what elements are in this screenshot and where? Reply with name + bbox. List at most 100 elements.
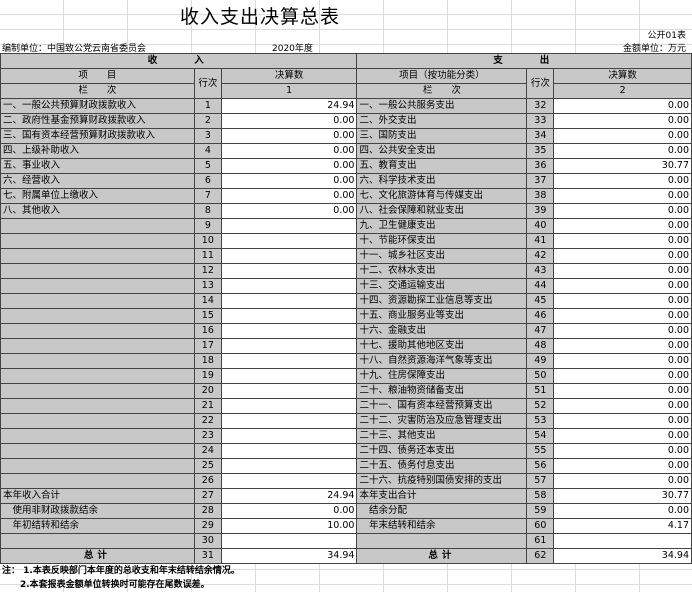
income-item-cell: 七、附属单位上缴收入 <box>0 188 195 204</box>
expense-item-cell: 十三、交通运输支出 <box>356 278 528 294</box>
expense-item-header: 项目（按功能分类） <box>356 68 528 84</box>
income-amount-cell <box>220 458 358 474</box>
expense-row-number: 55 <box>526 443 555 459</box>
expense-amount-cell: 0.00 <box>553 443 692 459</box>
table-row: 10 十、节能环保支出 41 0.00 <box>0 233 692 249</box>
table-row: 9 九、卫生健康支出 40 0.00 <box>0 218 692 234</box>
table-row: 15 十五、商业服务业等支出 46 0.00 <box>0 308 692 324</box>
table-row: 五、事业收入 5 0.00 五、教育支出 36 30.77 <box>0 158 692 174</box>
income-row-number: 3 <box>193 128 222 144</box>
income-item-cell <box>0 413 195 429</box>
income-total-row-number: 31 <box>193 548 222 564</box>
expense-item-cell: 十、节能环保支出 <box>356 233 528 249</box>
income-row-number: 22 <box>193 413 222 429</box>
expense-amount-cell: 0.00 <box>553 353 692 369</box>
expense-item-cell: 二十四、债务还本支出 <box>356 443 528 459</box>
expense-item-cell: 六、科学技术支出 <box>356 173 528 189</box>
table-row: 四、上级补助收入 4 0.00 四、公共安全支出 35 0.00 <box>0 143 692 159</box>
table-row: 二、政府性基金预算财政拨款收入 2 0.00 二、外交支出 33 0.00 <box>0 113 692 129</box>
expense-amount-cell: 0.00 <box>553 458 692 474</box>
column-header-row: 项 目 行次 决算数 项目（按功能分类） 行次 决算数 <box>0 68 692 99</box>
income-amount-cell <box>220 263 358 279</box>
income-item-cell: 本年收入合计 <box>0 488 195 504</box>
expense-amount-cell: 0.00 <box>553 98 692 114</box>
income-row-number: 6 <box>193 173 222 189</box>
income-column-index: 1 <box>220 83 358 99</box>
income-item-cell <box>0 323 195 339</box>
expense-row-number: 51 <box>526 383 555 399</box>
section-header-row: 收 入 支 出 <box>0 53 692 69</box>
expense-amount-cell: 0.00 <box>553 128 692 144</box>
expense-item-cell: 结余分配 <box>356 503 528 519</box>
income-amount-cell <box>220 383 358 399</box>
income-item-cell: 使用非财政拨款结余 <box>0 503 195 519</box>
income-column-index-label: 栏 次 <box>0 83 195 99</box>
income-amount-cell: 0.00 <box>220 158 358 174</box>
expense-item-cell: 十九、住房保障支出 <box>356 368 528 384</box>
expense-row-number: 39 <box>526 203 555 219</box>
expense-amount-cell: 0.00 <box>553 398 692 414</box>
income-amount-cell: 0.00 <box>220 173 358 189</box>
income-amount-cell <box>220 413 358 429</box>
expense-row-number: 38 <box>526 188 555 204</box>
income-amount-cell <box>220 473 358 489</box>
income-row-number: 17 <box>193 338 222 354</box>
expense-item-cell: 二十一、国有资本经营预算支出 <box>356 398 528 414</box>
expense-amount-cell: 0.00 <box>553 233 692 249</box>
expense-row-number: 37 <box>526 173 555 189</box>
table-row: 17 十七、援助其他地区支出 48 0.00 <box>0 338 692 354</box>
expense-row-number: 56 <box>526 458 555 474</box>
expense-row-number: 58 <box>526 488 555 504</box>
table-row: 14 十四、资源勘探工业信息等支出 45 0.00 <box>0 293 692 309</box>
income-amount-cell <box>220 368 358 384</box>
note-2: 2.本套报表金额单位转换时可能存在尾数误差。 <box>20 580 210 590</box>
income-row-number: 10 <box>193 233 222 249</box>
table-row: 26 二十六、抗疫特别国债安排的支出 57 0.00 <box>0 473 692 489</box>
income-item-cell <box>0 368 195 384</box>
expense-item-cell: 十二、农林水支出 <box>356 263 528 279</box>
expense-row-number: 32 <box>526 98 555 114</box>
income-amount-cell: 0.00 <box>220 203 358 219</box>
expense-row-number: 35 <box>526 143 555 159</box>
income-item-cell: 三、国有资本经营预算财政拨款收入 <box>0 128 195 144</box>
income-amount-cell: 24.94 <box>220 488 358 504</box>
expense-amount-cell: 0.00 <box>553 173 692 189</box>
expense-item-cell: 一、一般公共服务支出 <box>356 98 528 114</box>
income-amount-cell <box>220 398 358 414</box>
table-row: 三、国有资本经营预算财政拨款收入 3 0.00 三、国防支出 34 0.00 <box>0 128 692 144</box>
expense-item-cell: 二、外交支出 <box>356 113 528 129</box>
expense-row-number: 41 <box>526 233 555 249</box>
total-row: 总计 31 34.94 总计 62 34.94 <box>0 548 692 564</box>
income-total-amount: 34.94 <box>220 548 358 564</box>
income-row-number: 12 <box>193 263 222 279</box>
expense-item-cell: 年末结转和结余 <box>356 518 528 534</box>
income-amount-cell <box>220 248 358 264</box>
table-row: 23 二十三、其他支出 54 0.00 <box>0 428 692 444</box>
expense-item-cell: 十七、援助其他地区支出 <box>356 338 528 354</box>
expense-row-number: 49 <box>526 353 555 369</box>
expense-item-cell: 三、国防支出 <box>356 128 528 144</box>
income-row-number: 5 <box>193 158 222 174</box>
income-amount-cell <box>220 443 358 459</box>
expense-amount-cell: 0.00 <box>553 143 692 159</box>
table-row: 12 十二、农林水支出 43 0.00 <box>0 263 692 279</box>
income-item-cell: 二、政府性基金预算财政拨款收入 <box>0 113 195 129</box>
table-row: 本年收入合计 27 24.94 本年支出合计 58 30.77 <box>0 488 692 504</box>
income-total-label: 总计 <box>0 548 195 564</box>
income-row-number: 1 <box>193 98 222 114</box>
expense-row-number: 54 <box>526 428 555 444</box>
income-row-number: 20 <box>193 383 222 399</box>
table-row: 25 二十五、债务付息支出 56 0.00 <box>0 458 692 474</box>
expense-item-cell: 四、公共安全支出 <box>356 143 528 159</box>
expense-item-cell: 十四、资源勘探工业信息等支出 <box>356 293 528 309</box>
expense-row-number: 47 <box>526 323 555 339</box>
expense-total-label: 总计 <box>356 548 528 564</box>
table-row: 16 十六、金融支出 47 0.00 <box>0 323 692 339</box>
income-row-number: 29 <box>193 518 222 534</box>
income-item-cell <box>0 353 195 369</box>
expense-item-cell: 十一、城乡社区支出 <box>356 248 528 264</box>
income-item-cell <box>0 443 195 459</box>
income-amount-cell <box>220 278 358 294</box>
income-row-number: 2 <box>193 113 222 129</box>
income-amount-cell: 0.00 <box>220 503 358 519</box>
